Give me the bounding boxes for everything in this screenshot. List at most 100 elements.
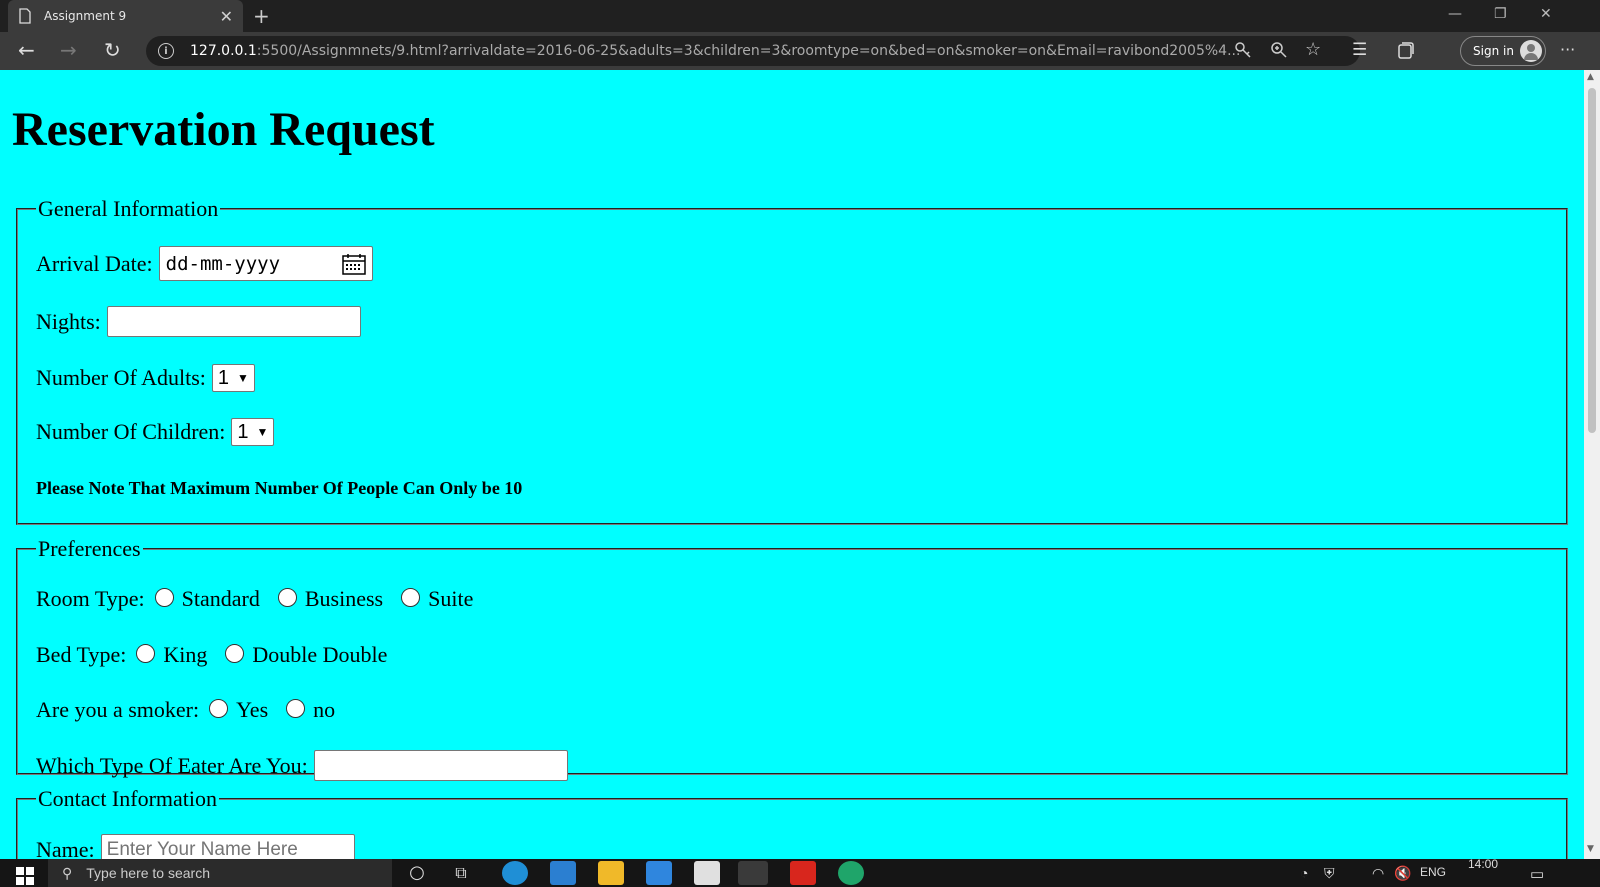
sign-in-label: Sign in — [1473, 44, 1514, 58]
search-icon: ⚲ — [62, 864, 73, 881]
bed-double-radio[interactable] — [225, 643, 245, 663]
page-title: Reservation Request — [12, 103, 435, 156]
children-row: Number Of Children: 1 ▼ — [36, 418, 275, 446]
adults-label: Number Of Adults: — [36, 365, 206, 390]
children-select[interactable]: 1 ▼ — [231, 418, 275, 446]
eater-type-row: Which Type Of Eater Are You: — [36, 750, 568, 781]
adults-value: 1 — [217, 366, 230, 389]
sign-in-button[interactable]: Sign in — [1460, 36, 1546, 66]
smoker-no-label: no — [313, 697, 336, 722]
favorites-icon[interactable]: ☰ — [1352, 39, 1367, 61]
adults-row: Number Of Adults: 1 ▼ — [36, 364, 255, 392]
avatar — [1520, 40, 1542, 62]
windows-start-icon[interactable] — [16, 867, 34, 885]
page-viewport: Reservation Request General Information … — [0, 70, 1584, 859]
eater-type-input[interactable] — [313, 750, 568, 781]
general-information-fieldset: General Information Arrival Date: dd-mm-… — [16, 196, 1568, 525]
close-tab-icon[interactable]: ✕ — [220, 7, 233, 26]
new-tab-button[interactable]: + — [253, 4, 270, 28]
scroll-up-icon[interactable]: ▲ — [1587, 72, 1594, 82]
store-icon[interactable] — [694, 861, 720, 885]
arrival-date-row: Arrival Date: dd-mm-yyyy — [36, 246, 373, 281]
children-label: Number Of Children: — [36, 419, 226, 444]
bed-type-row: Bed Type: King Double Double — [36, 642, 401, 668]
arrival-date-input[interactable]: dd-mm-yyyy — [158, 246, 373, 281]
contact-information-fieldset: Contact Information Name: — [16, 786, 1568, 859]
room-type-row: Room Type: Standard Business Suite — [36, 586, 487, 612]
room-business-label: Business — [304, 586, 384, 611]
page-scrollbar[interactable]: ▲ ▼ — [1584, 70, 1600, 859]
nights-label: Nights: — [36, 308, 101, 334]
url-host: 127.0.0.1 — [190, 43, 257, 59]
wifi-icon[interactable]: ◠ — [1372, 865, 1384, 882]
browser-tab-bar: Assignment 9 ✕ + — ❐ ✕ — [0, 0, 1600, 32]
page-icon — [19, 8, 31, 24]
room-standard-radio[interactable] — [154, 587, 174, 607]
room-suite-radio[interactable] — [401, 587, 421, 607]
task-view-icon[interactable]: ⧉ — [448, 863, 474, 887]
browser-tab[interactable]: Assignment 9 ✕ — [8, 0, 243, 32]
name-input[interactable] — [100, 834, 355, 859]
general-information-legend: General Information — [38, 196, 219, 221]
clock-time[interactable]: 14:00 — [1468, 857, 1498, 871]
more-menu-icon[interactable]: ··· — [1560, 39, 1575, 61]
bed-king-radio[interactable] — [136, 643, 156, 663]
edge-dev-icon[interactable] — [838, 861, 864, 885]
scroll-down-icon[interactable]: ▼ — [1587, 844, 1594, 854]
room-suite-label: Suite — [428, 586, 474, 611]
room-business-radio[interactable] — [277, 587, 297, 607]
preferences-legend: Preferences — [38, 536, 141, 561]
close-window-button[interactable]: ✕ — [1540, 6, 1552, 22]
acrobat-icon[interactable] — [790, 861, 816, 885]
scrollbar-thumb[interactable] — [1588, 88, 1596, 433]
contact-information-legend: Contact Information — [38, 786, 218, 811]
bed-double-label: Double Double — [252, 642, 388, 667]
cortana-icon[interactable]: ○ — [404, 862, 430, 886]
edge-browser-icon[interactable] — [502, 861, 528, 885]
smoker-yes-label: Yes — [236, 697, 269, 722]
vscode-icon[interactable] — [550, 861, 576, 885]
bed-king-label: King — [163, 642, 208, 667]
notifications-icon[interactable]: ▭ — [1530, 865, 1544, 883]
back-arrow-icon[interactable]: ← — [18, 39, 35, 61]
minimize-button[interactable]: — — [1448, 6, 1462, 22]
preferences-fieldset: Preferences Room Type: Standard Business… — [16, 536, 1568, 781]
smoker-no-radio[interactable] — [286, 698, 306, 718]
chevron-down-icon: ▼ — [237, 371, 249, 385]
arrival-date-value: dd-mm-yyyy — [165, 252, 281, 275]
smoker-label: Are you a smoker: — [36, 697, 200, 722]
volume-muted-icon[interactable]: 🔇 — [1394, 865, 1411, 882]
windows-taskbar: ⚲ Type here to search ○ ⧉ ◔ ⛨ ◠ 🔇 ENG 14… — [0, 857, 1600, 887]
room-type-label: Room Type: — [36, 586, 145, 611]
chevron-down-icon: ▼ — [256, 425, 269, 439]
smoker-yes-radio[interactable] — [209, 698, 229, 718]
security-shield-icon[interactable]: ⛨ — [1324, 865, 1335, 882]
zoom-icon[interactable] — [1270, 41, 1288, 59]
room-standard-label: Standard — [181, 586, 260, 611]
address-bar[interactable]: i 127.0.0.1 :5500/Assignmnets/9.html?arr… — [146, 36, 1360, 66]
nights-input[interactable] — [106, 306, 361, 337]
refresh-icon[interactable]: ↻ — [104, 39, 121, 61]
smoker-row: Are you a smoker: Yes no — [36, 697, 349, 723]
adults-select[interactable]: 1 ▼ — [211, 364, 255, 392]
mail-icon[interactable] — [646, 861, 672, 885]
collections-icon[interactable] — [1396, 42, 1414, 60]
taskbar-search-placeholder: Type here to search — [86, 865, 211, 881]
network-icon[interactable]: ◔ — [1300, 865, 1308, 881]
eater-type-label: Which Type Of Eater Are You: — [36, 752, 308, 778]
max-people-note: Please Note That Maximum Number Of Peopl… — [36, 478, 523, 498]
browser-toolbar: ← → ↻ i 127.0.0.1 :5500/Assignmnets/9.ht… — [0, 32, 1600, 70]
calendar-icon[interactable] — [341, 253, 366, 275]
language-indicator[interactable]: ENG — [1420, 865, 1446, 879]
forward-arrow-icon[interactable]: → — [60, 39, 77, 61]
taskbar-search-box[interactable]: ⚲ Type here to search — [48, 859, 392, 887]
favorite-star-icon[interactable]: ☆ — [1305, 39, 1321, 60]
photos-icon[interactable] — [738, 861, 768, 885]
file-explorer-icon[interactable] — [598, 861, 624, 885]
nights-row: Nights: — [36, 306, 361, 337]
bed-type-label: Bed Type: — [36, 642, 127, 667]
restore-button[interactable]: ❐ — [1494, 6, 1507, 22]
name-label: Name: — [36, 836, 95, 860]
site-info-icon[interactable]: i — [158, 43, 174, 59]
key-icon[interactable] — [1234, 41, 1252, 59]
